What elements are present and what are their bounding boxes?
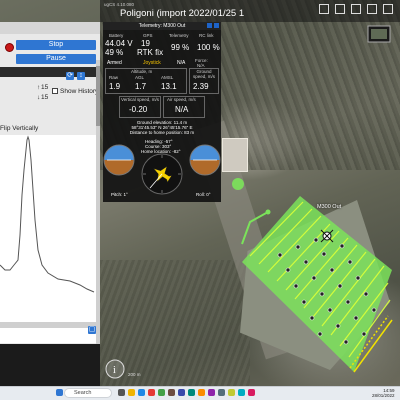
amsl-caption: AMSL bbox=[161, 75, 174, 80]
taskbar-clock[interactable]: 14:59 28/01/2022 bbox=[372, 388, 395, 398]
pin-icon[interactable] bbox=[207, 23, 212, 28]
expand-icon[interactable]: ↕ bbox=[77, 72, 85, 80]
close-panel-icon[interactable] bbox=[214, 23, 219, 28]
rc-caption: RC link bbox=[199, 33, 214, 38]
pitch-value: Pitch: 1° bbox=[111, 192, 128, 197]
altitude-raw: 1.9 bbox=[109, 82, 121, 91]
info-icon: i bbox=[113, 365, 116, 376]
profile-panel: Stop Pause ⟳ ↕ ↑ 15 ↓ 15 Show History Fl… bbox=[0, 22, 100, 346]
app-icon-purple[interactable] bbox=[208, 389, 215, 396]
app-icon-pink[interactable] bbox=[248, 389, 255, 396]
refresh-icon[interactable]: ⟳ bbox=[66, 72, 74, 80]
app-icon-orange[interactable] bbox=[198, 389, 205, 396]
armed-status: Armed bbox=[107, 60, 122, 66]
screen: i M300 Out 200 m ugCS 4.10.080 Poligoni … bbox=[0, 0, 400, 400]
close-icon[interactable] bbox=[383, 4, 393, 14]
ground-speed-caption: Ground speed, m/s bbox=[192, 69, 215, 79]
desktop-strip bbox=[0, 344, 100, 386]
pause-button[interactable]: Pause bbox=[16, 54, 96, 64]
app-name: ugCS 4.10.080 bbox=[104, 2, 135, 7]
app-icon-brown[interactable] bbox=[168, 389, 175, 396]
down-arrow-icon[interactable]: ↓ bbox=[37, 94, 40, 101]
vehicle-label: M300 Out bbox=[317, 204, 342, 210]
mission-title: Poligoni (import 2022/01/25 1 bbox=[120, 8, 245, 19]
task-view-icon[interactable] bbox=[118, 389, 125, 396]
show-history-label: Show History bbox=[60, 88, 99, 95]
app-icon-teal[interactable] bbox=[188, 389, 195, 396]
start-icon[interactable] bbox=[56, 389, 63, 396]
fit-icon[interactable]: ▢ bbox=[88, 326, 96, 334]
drone-icon[interactable] bbox=[320, 229, 334, 243]
horizontal-scrollbar[interactable] bbox=[0, 322, 96, 328]
window-restore-icon[interactable] bbox=[367, 4, 377, 14]
settings-icon[interactable] bbox=[351, 4, 361, 14]
vspeed-value: -0.20 bbox=[129, 105, 148, 114]
battery-percent: 49 % bbox=[105, 48, 124, 57]
app-icon-red[interactable] bbox=[148, 389, 155, 396]
telemetry-quality: 99 % bbox=[171, 43, 190, 52]
map-attribution: 200 m bbox=[128, 372, 141, 377]
flip-label: Flip Vertically bbox=[0, 125, 39, 132]
home-marker[interactable] bbox=[232, 178, 244, 190]
app-icon-cyan[interactable] bbox=[238, 389, 245, 396]
scrollbar-thumb[interactable] bbox=[96, 66, 100, 126]
gps-fix: RTK fix bbox=[137, 48, 164, 57]
battery-voltage: 44.04 V bbox=[105, 39, 133, 48]
takeoff-point bbox=[265, 209, 271, 215]
airspeed-caption: Air speed, m/s bbox=[167, 97, 196, 102]
joystick-na: N/A bbox=[177, 60, 186, 66]
raw-caption: Raw bbox=[109, 75, 119, 80]
up-value[interactable]: 15 bbox=[41, 84, 48, 91]
edge-icon[interactable] bbox=[138, 389, 145, 396]
menu-icon[interactable] bbox=[319, 4, 329, 14]
home-location: Home location: -82° bbox=[141, 149, 181, 154]
show-history-checkbox[interactable] bbox=[52, 88, 58, 94]
telemetry-panel: Telemetry: M300 Out Battery GPS Telemetr… bbox=[103, 22, 221, 202]
taskbar-search[interactable]: Search bbox=[64, 388, 112, 398]
up-arrow-icon[interactable]: ↑ bbox=[37, 84, 40, 91]
altitude-agl: 1.7 bbox=[135, 82, 147, 91]
ground-speed-value: 2.39 bbox=[193, 82, 209, 91]
app-icon-lime[interactable] bbox=[228, 389, 235, 396]
telemetry-title: Telemetry: M300 Out bbox=[103, 22, 221, 30]
telemetry-caption: Telemetry bbox=[169, 33, 189, 38]
agl-caption: AGL bbox=[135, 75, 145, 80]
app-icon-green[interactable] bbox=[158, 389, 165, 396]
profile-plot[interactable] bbox=[0, 135, 97, 343]
file-explorer-icon[interactable] bbox=[128, 389, 135, 396]
record-icon[interactable] bbox=[5, 43, 14, 52]
minimap-icon bbox=[371, 29, 387, 39]
app-icon-indigo[interactable] bbox=[178, 389, 185, 396]
stop-button[interactable]: Stop bbox=[16, 40, 96, 50]
roll-value: Roll: 0° bbox=[196, 192, 211, 197]
rc-quality: 100 % bbox=[197, 43, 220, 52]
altitude-caption: Altitude, m bbox=[131, 69, 153, 74]
distance-home: Distance to home position: 83 m bbox=[129, 130, 195, 135]
gps-caption: GPS bbox=[143, 33, 153, 38]
down-value[interactable]: 15 bbox=[41, 94, 48, 101]
profile-curve bbox=[0, 135, 95, 293]
airspeed-value: N/A bbox=[175, 105, 189, 114]
gps-sats: 19 bbox=[141, 39, 150, 48]
layers-icon[interactable] bbox=[335, 4, 345, 14]
vspeed-caption: Vertical speed, m/s bbox=[121, 97, 160, 102]
profile-toolbar bbox=[0, 22, 100, 34]
altitude-amsl: 13.1 bbox=[161, 82, 177, 91]
clock-date: 28/01/2022 bbox=[372, 393, 395, 398]
battery-caption: Battery bbox=[109, 33, 124, 38]
app-icon-gray[interactable] bbox=[218, 389, 225, 396]
joystick-status: Joystick bbox=[143, 60, 161, 66]
